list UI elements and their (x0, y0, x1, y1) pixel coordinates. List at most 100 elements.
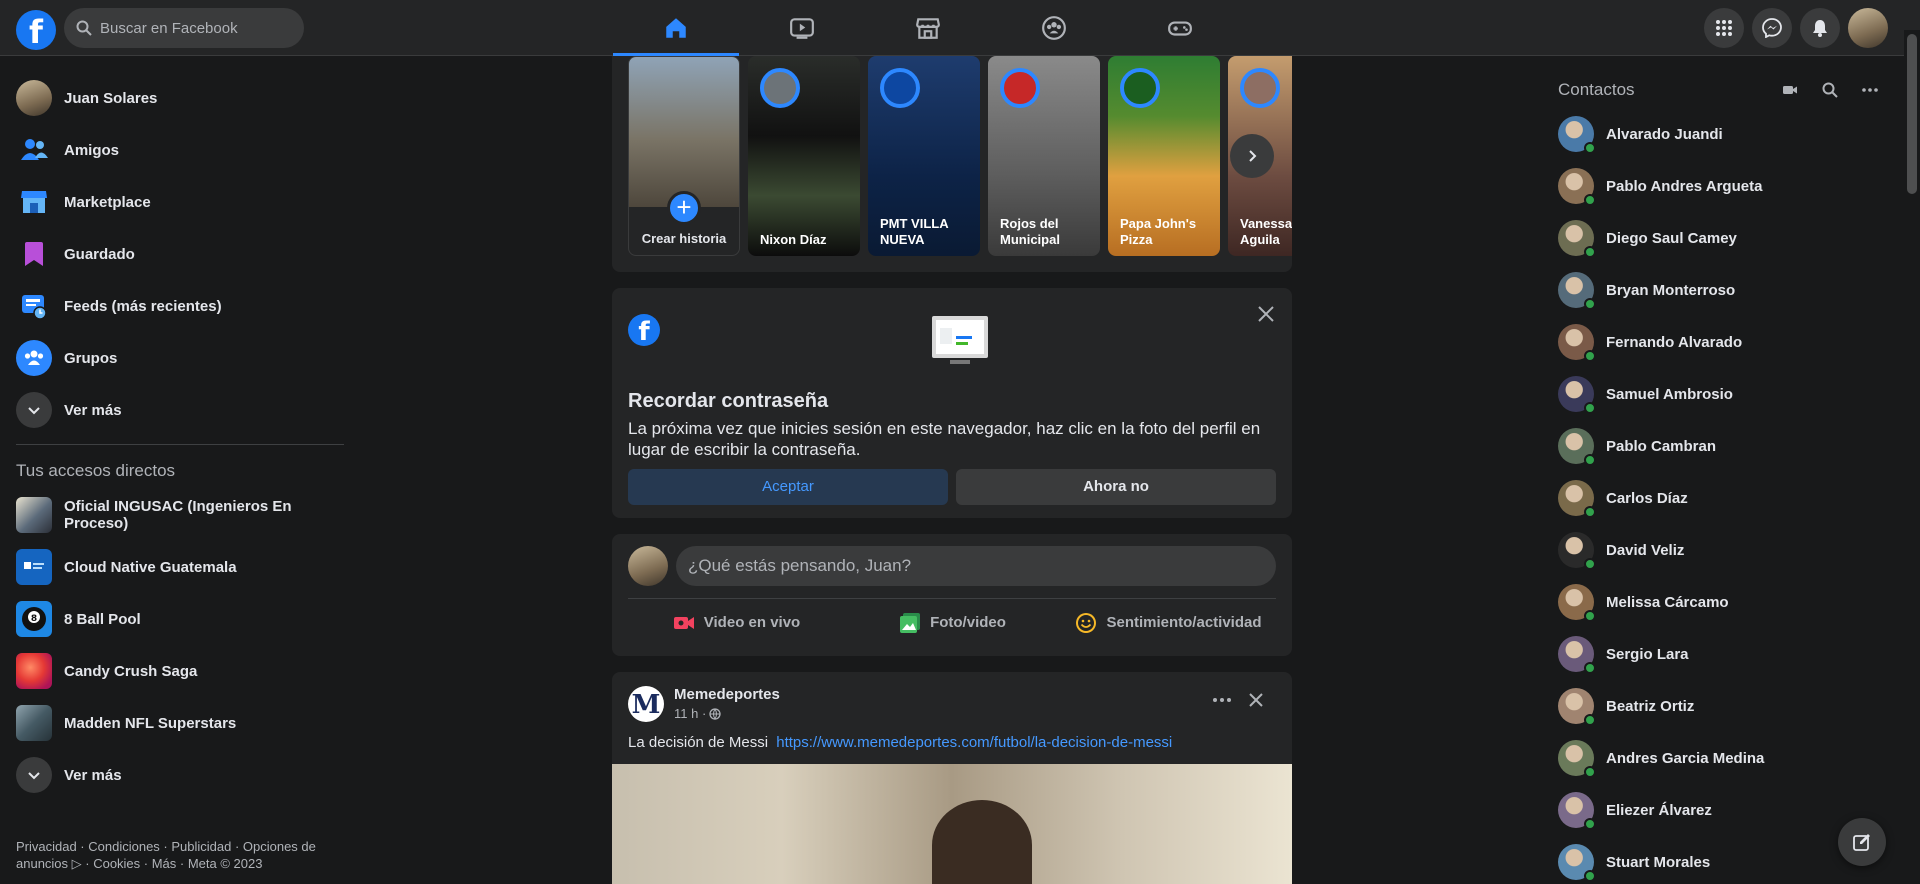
sidebar-item-label: Juan Solares (64, 89, 158, 107)
close-icon[interactable] (1254, 302, 1278, 326)
contacts-title: Contactos (1558, 80, 1635, 99)
story-name: Rojos del Municipal (1000, 216, 1060, 247)
tab-groups[interactable] (991, 0, 1117, 56)
post-link[interactable]: https://www.memedeportes.com/futbol/la-d… (776, 734, 1172, 751)
contact-item[interactable]: Stuart Morales (1548, 836, 1888, 884)
contact-name: David Veliz (1606, 541, 1685, 559)
friends-icon (16, 132, 52, 168)
photo-video-button[interactable]: Foto/video (844, 599, 1060, 646)
sidebar-item-see-more[interactable]: Ver más (8, 384, 352, 436)
tab-home[interactable] (613, 0, 739, 56)
avatar (1558, 168, 1596, 206)
marketplace-icon (916, 18, 940, 39)
sidebar-item-saved[interactable]: Guardado (8, 228, 352, 280)
shortcut-madden[interactable]: Madden NFL Superstars (8, 697, 352, 749)
contact-item[interactable]: Alvarado Juandi (1548, 108, 1888, 160)
contact-name: Stuart Morales (1606, 853, 1711, 871)
game-thumbnail (16, 653, 52, 689)
notifications-button[interactable] (1800, 8, 1840, 48)
shortcut-8-ball-pool[interactable]: 8 8 Ball Pool (8, 593, 352, 645)
tab-marketplace[interactable] (865, 0, 991, 56)
video-room-icon[interactable] (1782, 82, 1798, 98)
shortcut-ingusac[interactable]: Oficial INGUSAC (Ingenieros En Proceso) (8, 489, 352, 541)
more-options-icon[interactable] (1212, 696, 1232, 704)
online-status-dot (1584, 870, 1596, 882)
contact-item[interactable]: Beatriz Ortiz (1548, 680, 1888, 732)
decline-button[interactable]: Ahora no (956, 469, 1276, 505)
scrollbar-thumb[interactable] (1907, 34, 1917, 194)
tab-watch[interactable] (739, 0, 865, 56)
contact-item[interactable]: Samuel Ambrosio (1548, 368, 1888, 420)
stories-next-button[interactable] (1230, 134, 1274, 178)
group-thumbnail (16, 549, 52, 585)
story-create[interactable]: + Crear historia (628, 56, 740, 256)
feeling-activity-button[interactable]: Sentimiento/actividad (1060, 599, 1276, 646)
live-video-button[interactable]: Video en vivo (628, 599, 844, 646)
avatar (1558, 324, 1596, 362)
story-card[interactable]: Nixon Díaz (748, 56, 860, 256)
contact-item[interactable]: Sergio Lara (1548, 628, 1888, 680)
contact-name: Samuel Ambrosio (1606, 385, 1733, 403)
top-right-actions (1704, 8, 1888, 48)
story-card[interactable]: Papa John's Pizza (1108, 56, 1220, 256)
contact-item[interactable]: Diego Saul Camey (1548, 212, 1888, 264)
footer-links[interactable]: Privacidad · Condiciones · Publicidad · … (16, 838, 316, 872)
search-input[interactable] (100, 19, 290, 37)
online-status-dot (1584, 766, 1596, 778)
online-status-dot (1584, 558, 1596, 570)
avatar (1558, 428, 1596, 466)
sidebar-item-marketplace[interactable]: Marketplace (8, 176, 352, 228)
action-label: Video en vivo (703, 614, 801, 631)
composer-input[interactable]: ¿Qué estás pensando, Juan? (676, 546, 1276, 586)
tab-gaming[interactable] (1117, 0, 1243, 56)
facebook-logo[interactable]: f (16, 10, 56, 51)
new-message-button[interactable] (1838, 818, 1886, 866)
contact-name: Beatriz Ortiz (1606, 697, 1695, 715)
sidebar-item-profile[interactable]: Juan Solares (8, 72, 352, 124)
avatar (1558, 220, 1596, 258)
contact-item[interactable]: Pablo Andres Argueta (1548, 160, 1888, 212)
contact-item[interactable]: Eliezer Álvarez (1548, 784, 1888, 836)
contact-list: Alvarado Juandi Pablo Andres Argueta Diego… (1548, 108, 1888, 884)
shortcut-candy-crush[interactable]: Candy Crush Saga (8, 645, 352, 697)
avatar[interactable] (628, 546, 668, 586)
shortcut-cloud-native[interactable]: Cloud Native Guatemala (8, 541, 352, 593)
messenger-button[interactable] (1752, 8, 1792, 48)
close-icon[interactable] (1244, 688, 1268, 712)
contact-item[interactable]: Bryan Monterroso (1548, 264, 1888, 316)
story-card[interactable]: Rojos del Municipal (988, 56, 1100, 256)
sidebar-divider (16, 444, 344, 445)
accept-button[interactable]: Aceptar (628, 469, 948, 505)
shortcut-label: Oficial INGUSAC (Ingenieros En Proceso) (64, 498, 292, 532)
search-icon[interactable] (1822, 82, 1838, 98)
contact-item[interactable]: Fernando Alvarado (1548, 316, 1888, 368)
sidebar-item-friends[interactable]: Amigos (8, 124, 352, 176)
contact-item[interactable]: David Veliz (1548, 524, 1888, 576)
menu-button[interactable] (1704, 8, 1744, 48)
contact-item[interactable]: Pablo Cambran (1548, 420, 1888, 472)
contact-item[interactable]: Carlos Díaz (1548, 472, 1888, 524)
avatar (1558, 376, 1596, 414)
groups-icon (1042, 16, 1066, 40)
post-image[interactable] (612, 764, 1292, 884)
post-time[interactable]: 11 h · (674, 706, 706, 721)
shortcut-see-more[interactable]: Ver más (8, 749, 352, 801)
avatar (1558, 636, 1596, 674)
page-scrollbar[interactable] (1904, 30, 1920, 884)
online-status-dot (1584, 298, 1596, 310)
post-author[interactable]: Memedeportes (674, 686, 780, 703)
contact-item[interactable]: Andres Garcia Medina (1548, 732, 1888, 784)
online-status-dot (1584, 142, 1596, 154)
page-avatar[interactable]: M (628, 686, 664, 722)
search-box[interactable] (64, 8, 304, 48)
more-options-icon[interactable] (1862, 82, 1878, 98)
sidebar-item-groups[interactable]: Grupos (8, 332, 352, 384)
profile-avatar-button[interactable] (1848, 8, 1888, 48)
story-avatar (880, 68, 920, 108)
sidebar-item-feeds[interactable]: Feeds (más recientes) (8, 280, 352, 332)
story-card[interactable]: PMT VILLA NUEVA (868, 56, 980, 256)
left-sidebar: Juan Solares Amigos Marketplace Guardado… (8, 72, 352, 801)
shortcut-label: Ver más (64, 766, 122, 784)
online-status-dot (1584, 662, 1596, 674)
contact-item[interactable]: Melissa Cárcamo (1548, 576, 1888, 628)
